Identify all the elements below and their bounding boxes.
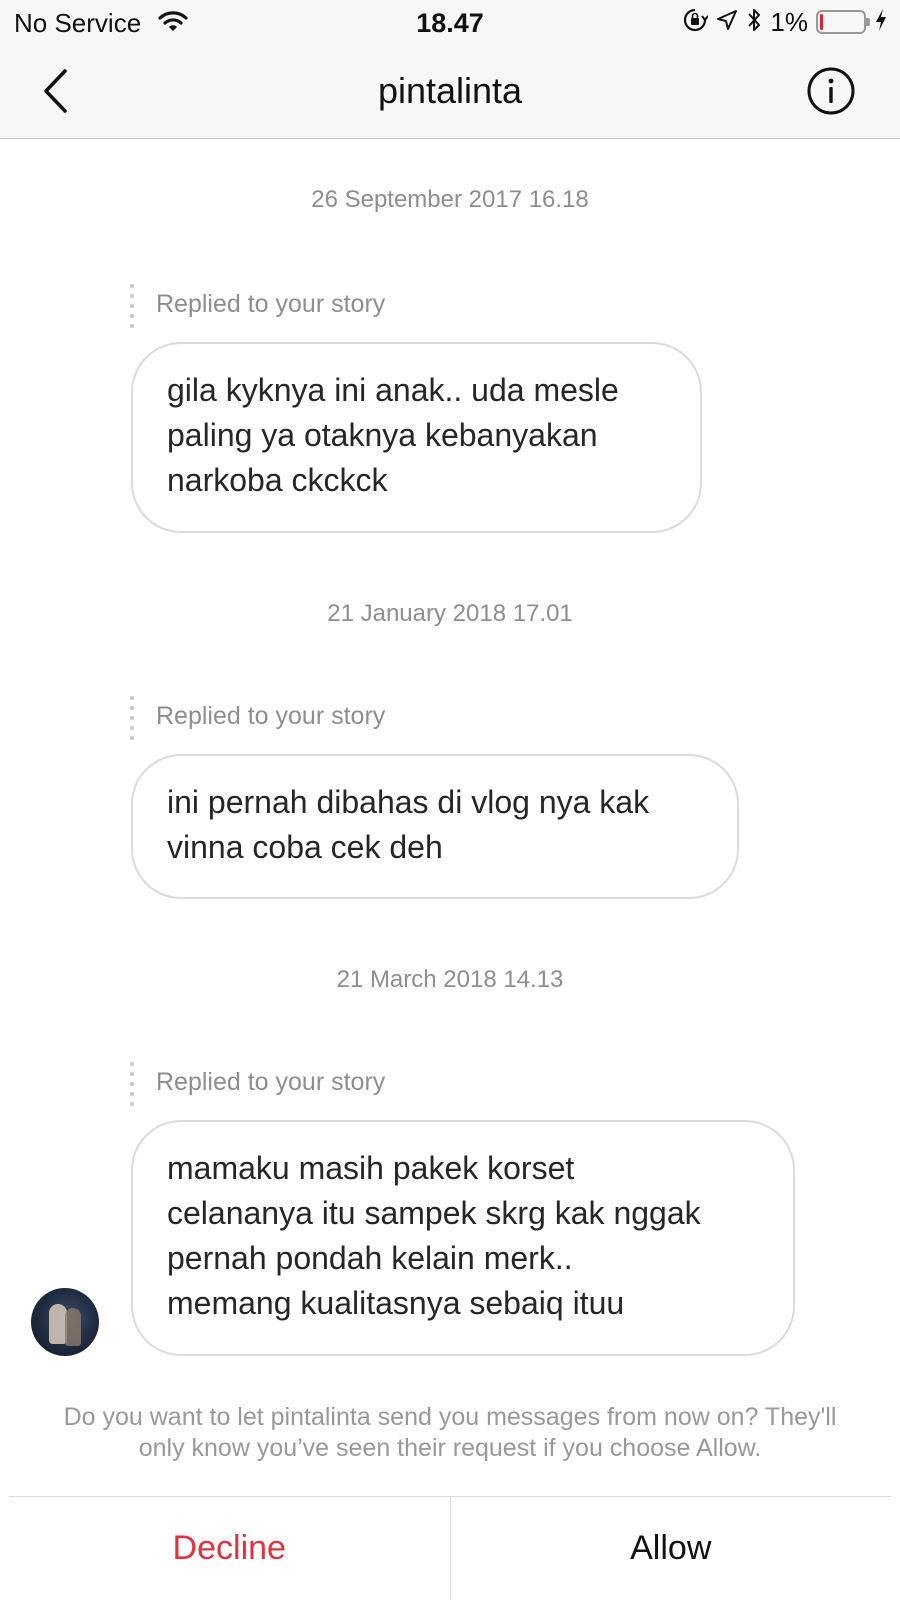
message-line: vinna coba cek deh [167, 829, 443, 865]
message-request-prompt: Do you want to let pintalinta send you m… [20, 1402, 880, 1464]
status-bar: No Service 18.47 1% [0, 0, 900, 44]
message-line: paling ya otaknya kebanyakan [167, 417, 598, 453]
conversation-title: pintalinta [377, 70, 523, 111]
decline-button[interactable]: Decline [9, 1497, 450, 1600]
message-bubble[interactable]: mamaku masih pakek korset celananya itu … [131, 1120, 795, 1356]
battery-icon [816, 10, 870, 34]
request-prompt-line: only know you’ve seen their request if y… [138, 1434, 762, 1462]
story-reply-label: Replied to your story [156, 702, 386, 730]
message-line: gila kyknya ini anak.. uda mesle [167, 372, 619, 408]
bluetooth-icon [746, 7, 762, 38]
direct-message-request-screen: No Service 18.47 1% pintalinta 26 Septem… [0, 0, 900, 1600]
message-line: memang kualitasnya sebaiq ituu [167, 1285, 625, 1321]
story-reply-label: Replied to your story [156, 290, 386, 318]
message-line: celananya itu sampek skrg kak nggak [167, 1195, 701, 1231]
nav-bar: pintalinta [0, 44, 900, 139]
message-line: pernah pondah kelain merk.. [167, 1240, 573, 1276]
story-reply-indicator [130, 284, 134, 328]
sender-avatar[interactable] [31, 1288, 99, 1356]
message-bubble[interactable]: ini pernah dibahas di vlog nya kak vinna… [131, 754, 739, 899]
message-bubble[interactable]: gila kyknya ini anak.. uda mesle paling … [131, 342, 702, 533]
request-prompt-line: Do you want to let pintalinta send you m… [63, 1403, 837, 1431]
status-indicators: 1% [682, 7, 888, 37]
allow-button[interactable]: Allow [449, 1497, 892, 1600]
story-reply-indicator [130, 1062, 134, 1106]
request-actions: Decline Allow [9, 1496, 891, 1600]
info-icon [807, 67, 855, 115]
orientation-lock-icon [682, 7, 710, 38]
charging-icon [874, 8, 888, 37]
story-reply-label: Replied to your story [156, 1068, 386, 1096]
info-button[interactable] [806, 66, 856, 116]
message-line: mamaku masih pakek korset [167, 1150, 575, 1186]
message-timestamp: 21 January 2018 17.01 [327, 600, 573, 627]
battery-level [820, 14, 823, 30]
message-line: ini pernah dibahas di vlog nya kak [167, 784, 650, 820]
message-line: narkoba ckckck [167, 462, 388, 498]
battery-percent: 1% [770, 6, 808, 37]
location-icon [716, 9, 738, 36]
message-timestamp: 26 September 2017 16.18 [311, 186, 589, 213]
message-timestamp: 21 March 2018 14.13 [336, 966, 564, 993]
story-reply-indicator [130, 696, 134, 740]
